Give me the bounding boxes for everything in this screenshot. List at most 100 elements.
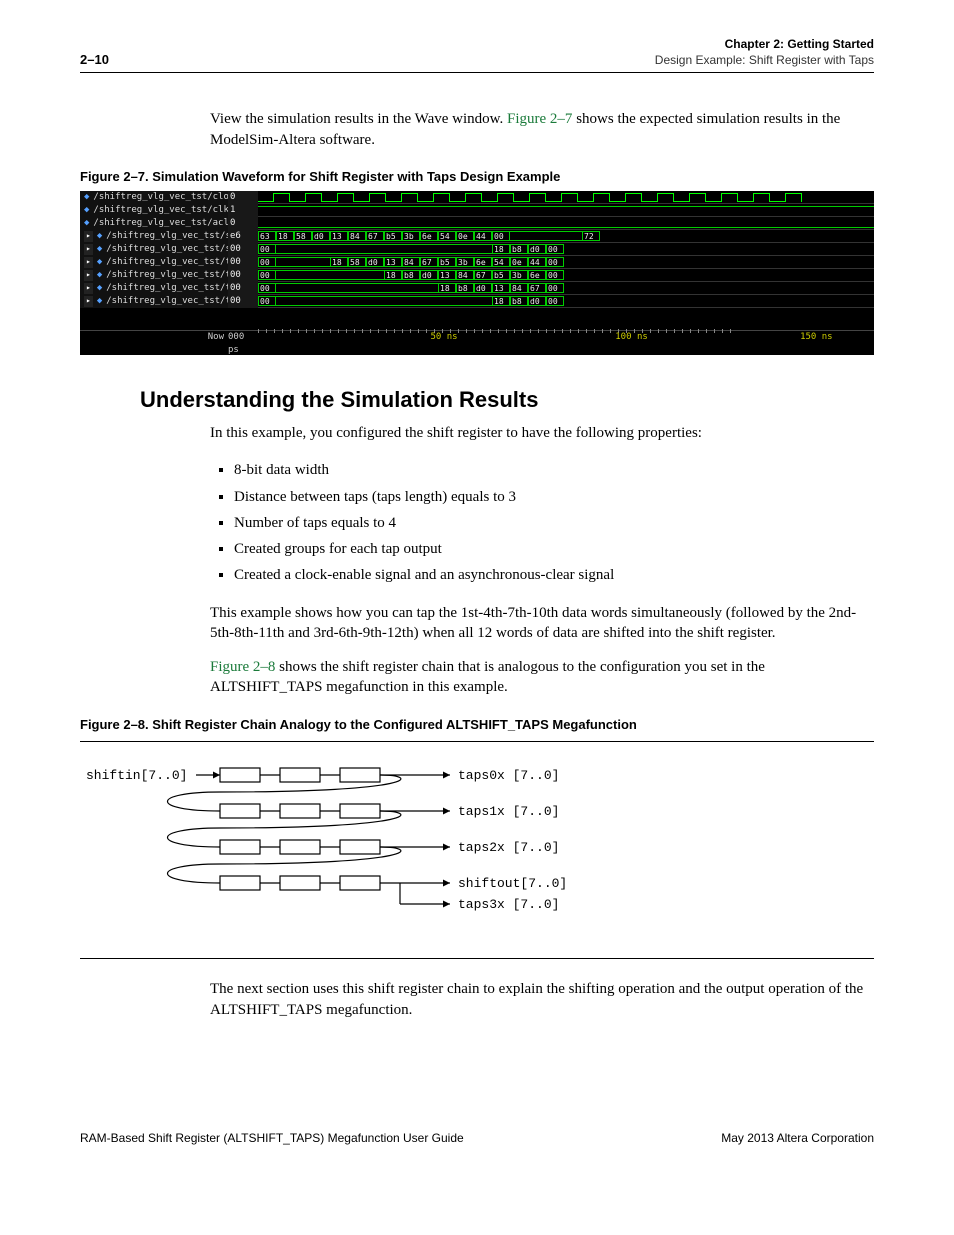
signal-track: 00 18b8d000 <box>258 295 874 307</box>
figure-2-7-caption: Figure 2–7. Simulation Waveform for Shif… <box>80 168 874 186</box>
hex-cell: 00 <box>258 244 276 254</box>
hex-cell <box>474 296 492 306</box>
hex-cell: 84 <box>348 231 366 241</box>
hex-cell <box>312 283 330 293</box>
hex-cell <box>348 270 366 280</box>
hex-cell: b8 <box>510 244 528 254</box>
hex-cell <box>276 257 294 267</box>
diagram-input-label: shiftin[7..0] <box>86 768 187 783</box>
hex-cell: b5 <box>438 257 456 267</box>
hex-cell <box>402 244 420 254</box>
hex-cell <box>474 244 492 254</box>
hex-cell <box>546 231 564 241</box>
hex-cell <box>294 283 312 293</box>
hex-cell <box>456 244 474 254</box>
page-header: 2–10 Chapter 2: Getting Started Design E… <box>80 36 874 72</box>
hex-cell <box>420 244 438 254</box>
hex-cell <box>312 244 330 254</box>
signal-track: 00 18b8d0138467b53b6e00 <box>258 269 874 281</box>
expand-icon: ▸ <box>84 270 93 281</box>
signal-value: 1 <box>228 204 258 216</box>
hex-cell <box>330 283 348 293</box>
waveform-row: ▸◆/shiftreg_vlg_vec_tst/taps3x0000 18b8d… <box>80 295 874 308</box>
hex-cell <box>528 231 546 241</box>
hex-cell: 00 <box>258 296 276 306</box>
signal-name: /shiftreg_vlg_vec_tst/aclr <box>93 217 228 229</box>
hex-cell: 3b <box>402 231 420 241</box>
time-row: Now000 ps50 ns100 ns150 ns <box>80 330 874 346</box>
hex-cell <box>384 283 402 293</box>
expand-icon: ▸ <box>84 257 93 268</box>
figure-2-7-link[interactable]: Figure 2–7 <box>507 111 572 127</box>
signal-track <box>258 191 874 203</box>
signal-icon: ◆ <box>97 256 102 268</box>
waveform-row: ◆/shiftreg_vlg_vec_tst/clock0 <box>80 191 874 204</box>
hex-cell <box>294 270 312 280</box>
diagram-out-0: taps0x [7..0] <box>458 768 559 783</box>
properties-list: 8-bit data widthDistance between taps (t… <box>234 457 874 588</box>
hex-cell: 13 <box>330 231 348 241</box>
hex-cell: d0 <box>528 296 546 306</box>
hex-cell: 0e <box>456 231 474 241</box>
hex-cell: 6e <box>474 257 492 267</box>
hex-cell <box>438 296 456 306</box>
header-rule <box>80 72 874 73</box>
signal-track: 00 18b8d000 <box>258 243 874 255</box>
hex-cell: 67 <box>528 283 546 293</box>
signal-track: 00 1858d0138467b53b6e540e4400 <box>258 256 874 268</box>
hex-cell <box>330 244 348 254</box>
signal-name: /shiftreg_vlg_vec_tst/clock <box>93 191 228 203</box>
hex-cell <box>312 296 330 306</box>
chapter-title: Chapter 2: Getting Started <box>655 36 874 52</box>
figure-2-8-caption: Figure 2–8. Shift Register Chain Analogy… <box>80 716 874 734</box>
signal-name: /shiftreg_vlg_vec_tst/taps3x <box>106 295 228 307</box>
signal-track <box>258 217 874 229</box>
hex-cell <box>294 296 312 306</box>
hex-cell: 54 <box>438 231 456 241</box>
hex-cell: b8 <box>510 296 528 306</box>
expand-icon: ▸ <box>84 283 93 294</box>
para-tap-explain: This example shows how you can tap the 1… <box>210 603 874 644</box>
hex-cell: 00 <box>492 231 510 241</box>
figure-2-8-link[interactable]: Figure 2–8 <box>210 659 275 675</box>
signal-track: 631858d0138467b53b6e540e4400 72 <box>258 230 874 242</box>
hex-cell: 67 <box>474 270 492 280</box>
expand-icon: ▸ <box>84 296 93 307</box>
diagram-wrap: .mono { font-family: "Courier New", mono… <box>80 762 874 948</box>
hex-cell <box>420 296 438 306</box>
para-next-section: The next section uses this shift registe… <box>210 979 874 1020</box>
hex-cell <box>366 270 384 280</box>
hex-cell: 13 <box>384 257 402 267</box>
hex-cell <box>276 270 294 280</box>
hex-cell: 00 <box>546 283 564 293</box>
para3-text: shows the shift register chain that is a… <box>210 659 765 695</box>
waveform-screenshot: ◆/shiftreg_vlg_vec_tst/clock0◆/shiftreg_… <box>80 191 874 355</box>
signal-track <box>258 204 874 216</box>
hex-cell: 63 <box>258 231 276 241</box>
hex-cell <box>294 257 312 267</box>
expand-icon: ▸ <box>84 244 93 255</box>
signal-value: 00 <box>228 256 258 268</box>
hex-cell: 00 <box>258 283 276 293</box>
diagram-out-1: taps1x [7..0] <box>458 804 559 819</box>
hex-cell <box>438 244 456 254</box>
hex-cell <box>402 283 420 293</box>
hex-cell: d0 <box>528 244 546 254</box>
property-item: Distance between taps (taps length) equa… <box>234 484 874 510</box>
hex-cell <box>312 270 330 280</box>
property-item: Created groups for each tap output <box>234 536 874 562</box>
waveform-row: ▸◆/shiftreg_vlg_vec_tst/taps1x0000 18b8d… <box>80 269 874 282</box>
signal-icon: ◆ <box>97 295 102 307</box>
signal-value: 0 <box>228 191 258 203</box>
signal-icon: ◆ <box>97 282 102 294</box>
footer-right: May 2013 Altera Corporation <box>721 1130 874 1146</box>
property-item: 8-bit data width <box>234 457 874 483</box>
signal-value: 0 <box>228 217 258 229</box>
hex-cell: d0 <box>474 283 492 293</box>
signal-icon: ◆ <box>84 217 89 229</box>
time-mark: 100 ns <box>615 331 648 343</box>
signal-name: /shiftreg_vlg_vec_tst/taps1x <box>106 269 228 281</box>
hex-cell <box>384 244 402 254</box>
waveform-row: ▸◆/shiftreg_vlg_vec_tst/shiftine6631858d… <box>80 230 874 243</box>
signal-name: /shiftreg_vlg_vec_tst/shiftin <box>106 230 228 242</box>
